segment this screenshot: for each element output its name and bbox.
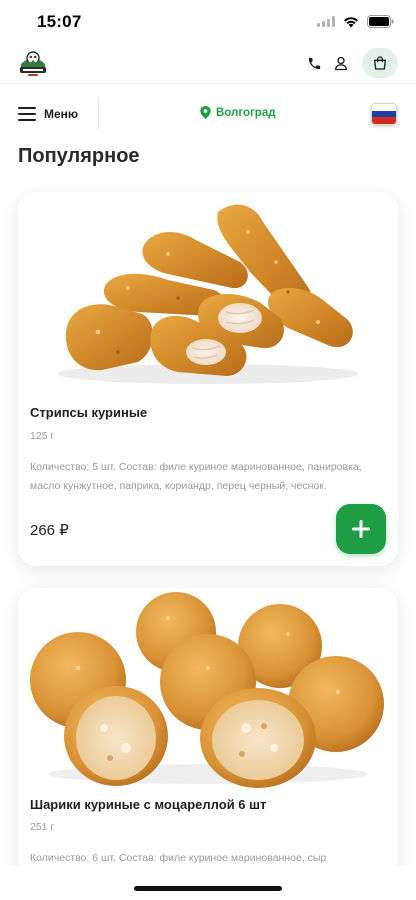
top-header [0,44,416,84]
wifi-icon [344,16,358,27]
user-icon [335,56,347,70]
signal-icon [317,16,335,27]
hamburger-menu-icon [18,107,36,121]
product-card[interactable]: Шарики куриные с моцареллой 6 шт 251 г К… [18,588,398,900]
city-label: Волгоград [216,106,276,119]
product-image-chicken-strips [58,204,358,384]
status-icons [317,15,394,28]
product-weight: 125 г [30,430,55,442]
product-description: Количество: 5 шт. Состав: филе куриное м… [30,461,362,492]
brand-logo-icon[interactable] [18,50,48,78]
shopping-bag-icon [374,56,386,70]
status-bar: 15:07 [0,0,416,44]
product-name[interactable]: Стрипсы куриные [30,405,147,420]
cart-button[interactable] [362,48,398,78]
status-time: 15:07 [37,12,82,31]
nav-divider [98,98,99,130]
plus-icon [352,520,370,538]
product-weight: 251 г [30,821,55,833]
menu-label: Меню [44,107,79,121]
home-indicator-area [0,866,416,900]
battery-icon [367,15,394,28]
city-selector[interactable]: Волгоград [200,106,276,119]
product-image-chicken-balls [30,592,384,788]
section-title: Популярное [18,145,140,167]
menu-button[interactable]: Меню [18,102,78,126]
navigation-bar: Меню Волгоград [0,92,416,136]
phone-icon [308,57,320,69]
product-name[interactable]: Шарики куриные с моцареллой 6 шт [30,797,266,812]
russia-flag-icon[interactable] [371,103,397,125]
home-indicator[interactable] [134,886,282,891]
add-to-cart-button[interactable] [336,504,386,554]
account-button[interactable] [328,50,354,76]
location-pin-icon [200,106,211,119]
product-card[interactable]: Стрипсы куриные 125 г Количество: 5 шт. … [18,192,398,566]
phone-button[interactable] [301,50,327,76]
product-price: 266 ₽ [30,522,69,539]
